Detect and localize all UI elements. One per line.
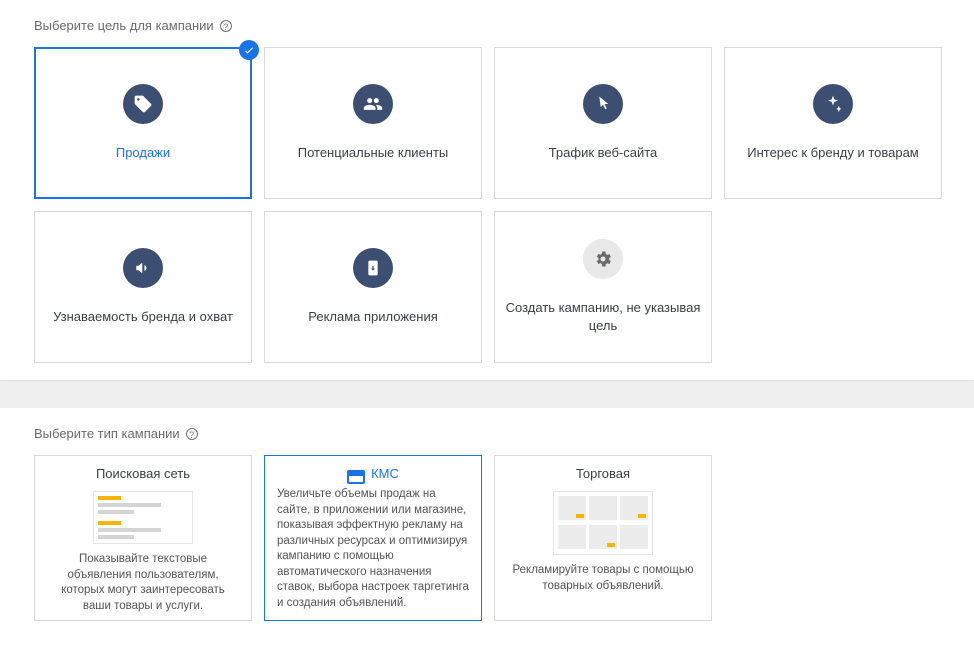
goal-label: Создать кампанию, не указывая цель <box>505 299 701 334</box>
type-card-display[interactable]: КМС Увеличьте объемы продаж на сайте, в … <box>264 455 482 621</box>
type-desc: Показывайте текстовые объявления пользов… <box>47 552 239 614</box>
goal-card-brand-awareness[interactable]: Узнаваемость бренда и охват <box>34 211 252 363</box>
goal-panel: Выберите цель для кампании ? Продажи Пот… <box>0 0 974 380</box>
goal-label: Потенциальные клиенты <box>298 144 449 162</box>
goal-label: Реклама приложения <box>308 308 438 326</box>
people-icon <box>353 84 393 124</box>
shopping-thumb <box>553 491 653 555</box>
goal-label: Узнаваемость бренда и охват <box>53 308 233 326</box>
type-title: КМС <box>371 466 399 481</box>
type-title: Поисковая сеть <box>96 466 190 481</box>
type-desc: Увеличьте объемы продаж на сайте, в прил… <box>277 487 469 611</box>
goal-card-app[interactable]: Реклама приложения <box>264 211 482 363</box>
type-grid: Поисковая сеть Показывайте текстовые объ… <box>34 455 940 621</box>
type-card-shopping[interactable]: Торговая Рекламируйте товары с помощью т… <box>494 455 712 621</box>
goal-label: Продажи <box>116 144 170 162</box>
megaphone-icon <box>123 248 163 288</box>
goal-card-brand-interest[interactable]: Интерес к бренду и товарам <box>724 47 942 199</box>
help-icon[interactable]: ? <box>220 20 232 32</box>
cursor-icon <box>583 84 623 124</box>
type-title-text: Выберите тип кампании <box>34 426 180 441</box>
goal-section-title: Выберите цель для кампании ? <box>34 18 940 33</box>
type-desc: Рекламируйте товары с помощью товарных о… <box>507 563 699 594</box>
goal-card-no-goal[interactable]: Создать кампанию, не указывая цель <box>494 211 712 363</box>
type-card-search[interactable]: Поисковая сеть Показывайте текстовые объ… <box>34 455 252 621</box>
phone-download-icon <box>353 248 393 288</box>
goal-card-leads[interactable]: Потенциальные клиенты <box>264 47 482 199</box>
sparkle-icon <box>813 84 853 124</box>
tag-icon <box>123 84 163 124</box>
type-section-title: Выберите тип кампании ? <box>34 426 940 441</box>
type-title: Торговая <box>576 466 630 481</box>
search-thumb <box>93 491 193 544</box>
type-panel: Выберите тип кампании ? Поисковая сеть П… <box>0 408 974 645</box>
display-icon <box>347 470 365 484</box>
help-icon[interactable]: ? <box>186 428 198 440</box>
goal-label: Трафик веб-сайта <box>549 144 658 162</box>
goal-grid: Продажи Потенциальные клиенты Трафик веб… <box>34 47 940 363</box>
check-icon <box>239 40 259 60</box>
goal-label: Интерес к бренду и товарам <box>747 144 919 162</box>
gear-icon <box>583 239 623 279</box>
goal-card-traffic[interactable]: Трафик веб-сайта <box>494 47 712 199</box>
goal-title-text: Выберите цель для кампании <box>34 18 214 33</box>
goal-card-sales[interactable]: Продажи <box>34 47 252 199</box>
